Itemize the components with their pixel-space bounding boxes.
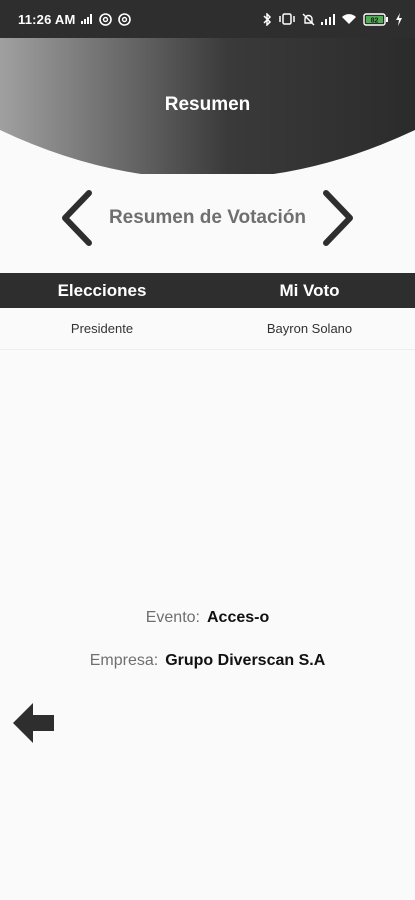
at-sign-icon — [99, 12, 113, 26]
header-title: Resumen — [164, 94, 251, 115]
event-line: Evento: Acces-o — [0, 609, 415, 627]
status-left: 11:26 AM — [18, 11, 132, 27]
company-line: Empresa: Grupo Diverscan S.A — [0, 652, 415, 670]
signal-icon — [81, 14, 93, 24]
screen: 11:26 AM 82 Resumen Resumen de Votación … — [0, 0, 415, 900]
arrow-left-icon — [13, 703, 54, 743]
bluetooth-icon — [262, 12, 272, 26]
company-value: Grupo Diverscan S.A — [165, 652, 326, 669]
alarm-off-icon — [302, 13, 315, 26]
charging-icon — [395, 12, 403, 26]
status-time: 11:26 AM — [18, 11, 76, 27]
at-sign-icon — [118, 12, 132, 26]
column-header-my-vote: Mi Voto — [279, 280, 340, 300]
column-header-elections: Elecciones — [57, 280, 147, 300]
cell-election: Presidente — [70, 321, 134, 336]
event-label: Evento: — [145, 609, 200, 626]
header: Resumen — [0, 38, 415, 174]
table-row: Presidente Bayron Solano — [0, 308, 415, 350]
chevron-right-icon — [323, 190, 353, 246]
wifi-icon — [341, 13, 357, 25]
battery-level: 82 — [371, 17, 379, 24]
chevron-left-icon — [62, 190, 92, 246]
vibrate-icon — [278, 13, 296, 25]
table-header: Elecciones Mi Voto — [0, 273, 415, 308]
navigation-row: Resumen de Votación — [0, 186, 415, 250]
navigation-title: Resumen de Votación — [108, 207, 307, 228]
cell-vote: Bayron Solano — [266, 321, 353, 336]
company-label: Empresa: — [89, 652, 159, 669]
previous-button[interactable] — [56, 188, 96, 248]
signal-icon — [321, 13, 335, 25]
status-right: 82 — [262, 12, 403, 26]
next-button[interactable] — [319, 188, 359, 248]
status-bar: 11:26 AM 82 — [0, 0, 415, 38]
back-button[interactable] — [10, 700, 56, 746]
event-value: Acces-o — [207, 609, 270, 626]
battery-icon: 82 — [363, 12, 389, 26]
